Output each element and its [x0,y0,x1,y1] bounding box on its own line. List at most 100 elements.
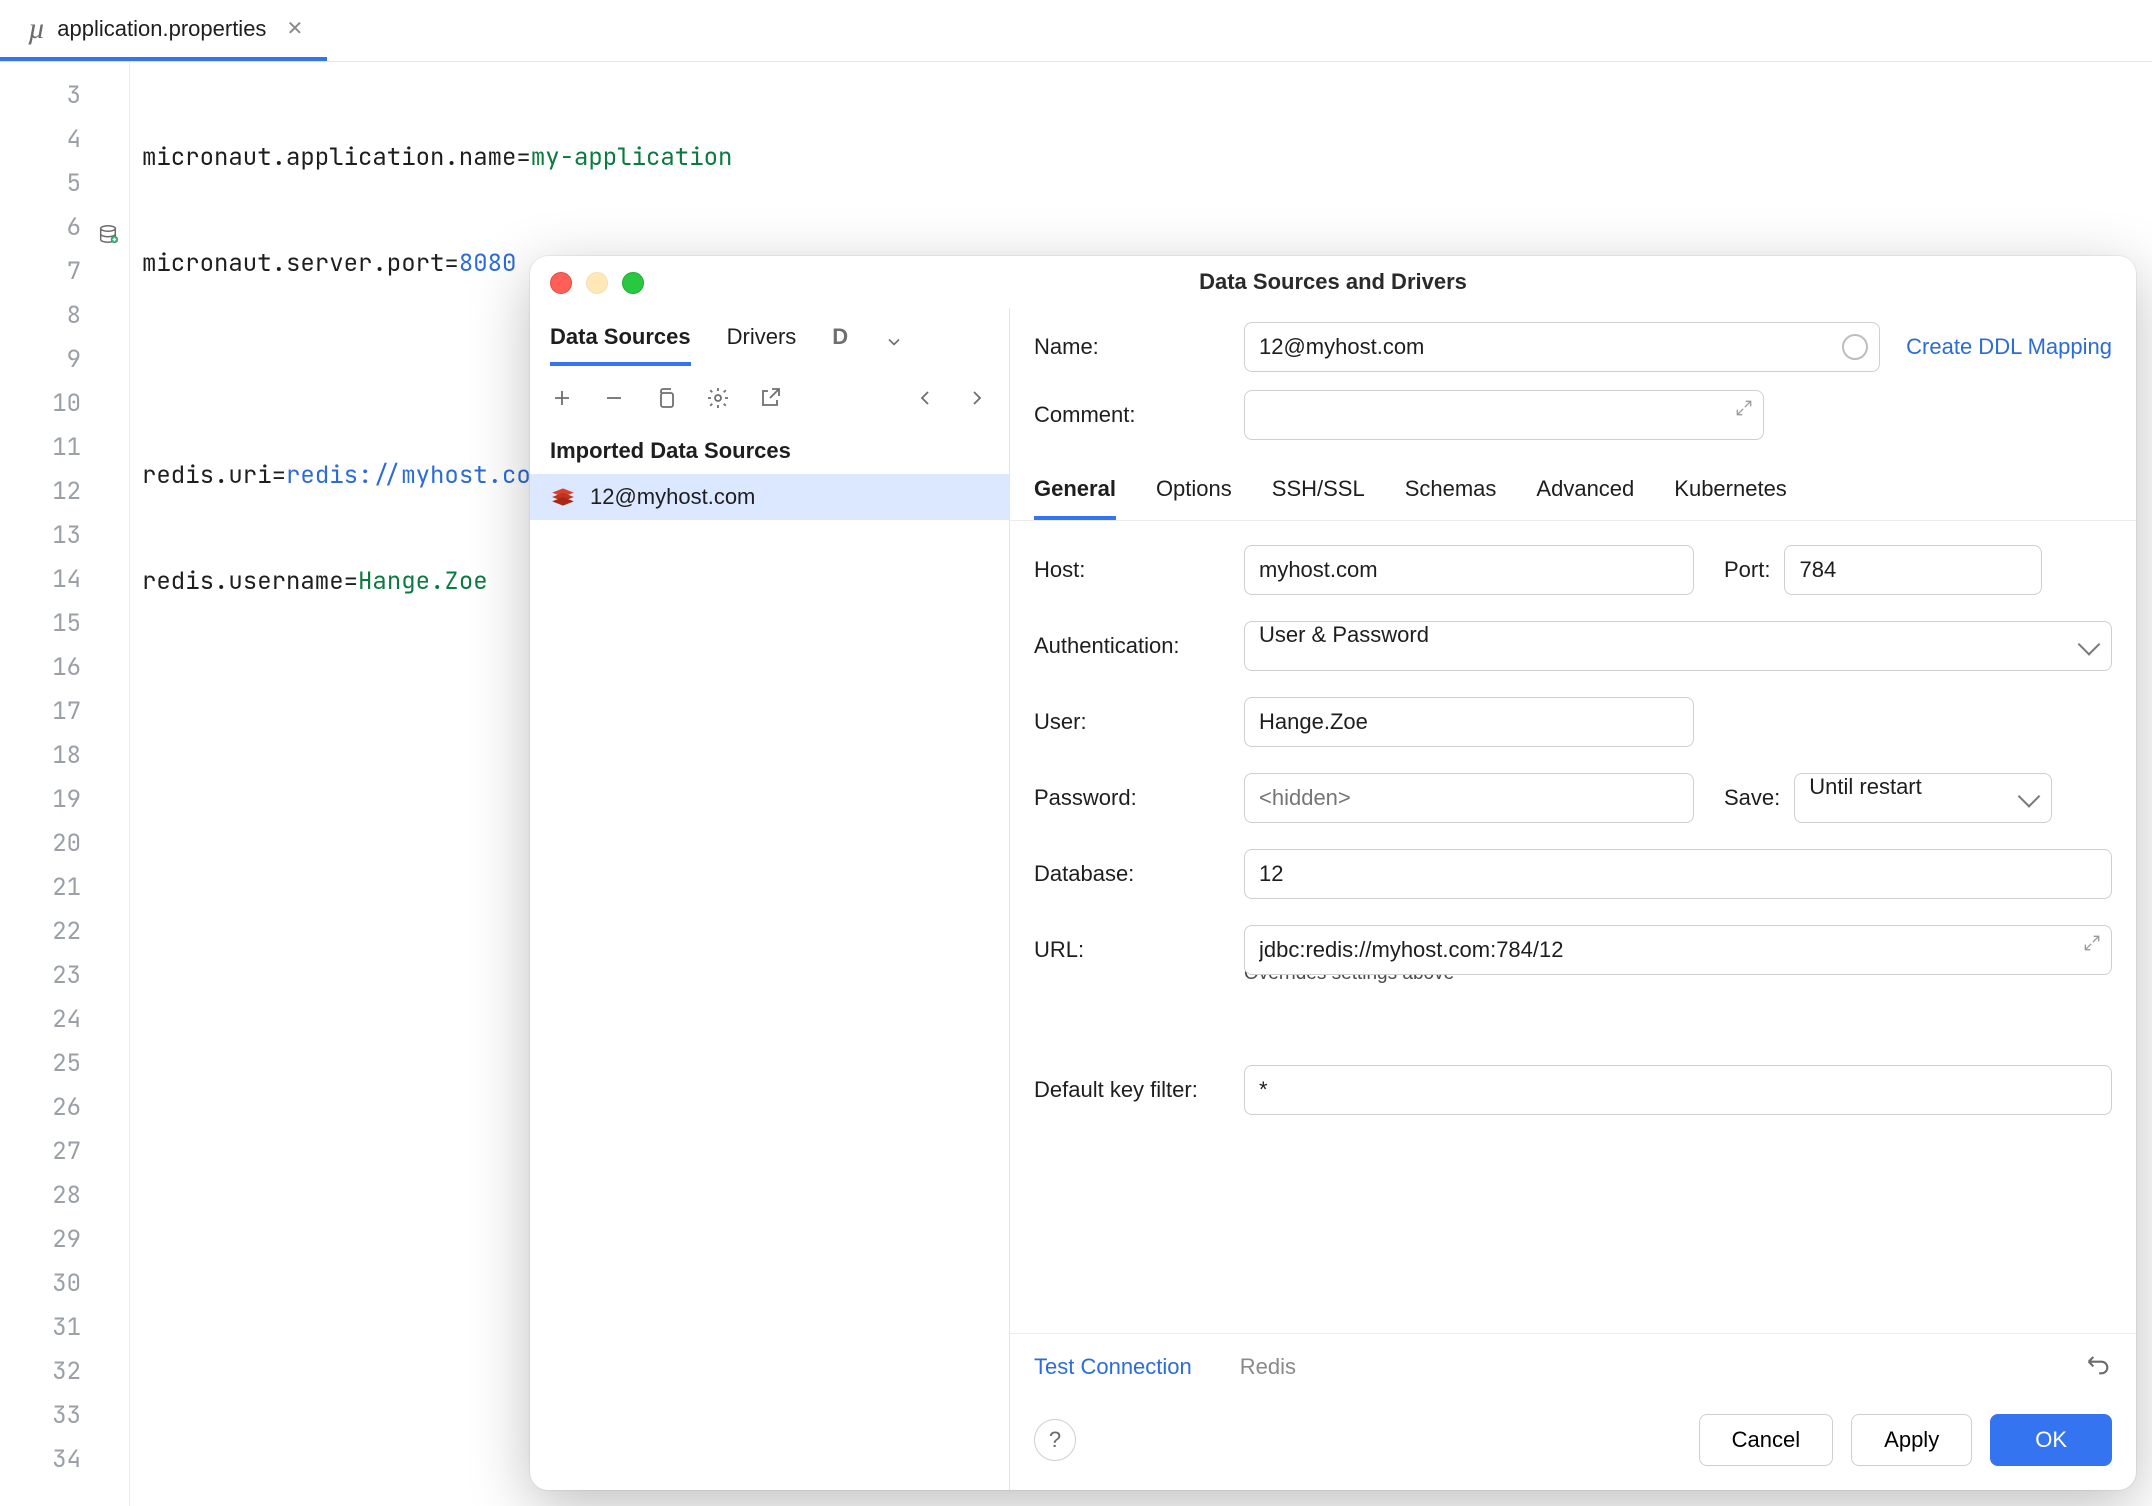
duplicate-button[interactable] [652,384,680,412]
color-circle-icon[interactable] [1842,334,1868,360]
datasource-form: Name: Create DDL Mapping Comment: [1010,308,2136,1490]
line-number: 31 [0,1306,129,1350]
line-number: 25 [0,1042,129,1086]
window-minimize-button[interactable] [586,272,608,294]
code-text: redis.uri [142,460,272,491]
password-input[interactable] [1244,773,1694,823]
ok-button[interactable]: OK [1990,1414,2112,1466]
tab-general[interactable]: General [1034,476,1116,520]
dialog-title: Data Sources and Drivers [1199,269,1467,295]
host-input[interactable] [1244,545,1694,595]
dialog-footer: ? Cancel Apply OK [1010,1400,2136,1490]
sidebar-tab-ddl[interactable]: D [832,324,848,366]
sidebar-heading: Imported Data Sources [530,420,1009,474]
create-ddl-mapping-link[interactable]: Create DDL Mapping [1906,334,2112,360]
driver-name: Redis [1240,1354,1296,1380]
redo-nav-icon[interactable] [963,384,991,412]
line-number: 9 [0,338,129,382]
window-close-button[interactable] [550,272,572,294]
gutter-datasource-icon[interactable] [97,216,119,238]
sidebar-tab-data-sources[interactable]: Data Sources [550,324,691,366]
help-button[interactable]: ? [1034,1419,1076,1461]
name-input[interactable] [1244,322,1880,372]
sidebar-item-label: 12@myhost.com [590,484,755,510]
form-tabs: General Options SSH/SSL Schemas Advanced… [1010,466,2136,521]
chevron-down-icon[interactable] [884,332,904,358]
host-label: Host: [1034,557,1244,583]
make-global-icon[interactable] [756,384,784,412]
sidebar-tabs: Data Sources Drivers D [530,308,1009,372]
remove-button[interactable] [600,384,628,412]
line-number: 11 [0,426,129,470]
line-number: 5 [0,162,129,206]
url-input[interactable] [1244,925,2112,975]
line-number: 19 [0,778,129,822]
sidebar-toolbar [530,372,1009,420]
undo-nav-icon[interactable] [911,384,939,412]
editor-tab-bar: µ application.properties ✕ [0,0,2152,62]
editor-gutter: 3 4 5 6 7 8 9 10 11 12 13 14 15 16 17 18… [0,62,130,1506]
redis-icon [550,484,576,510]
close-tab-icon[interactable]: ✕ [286,16,303,41]
tab-ssh-ssl[interactable]: SSH/SSL [1272,476,1365,520]
line-number: 16 [0,646,129,690]
user-label: User: [1034,709,1244,735]
code-text: my-application [531,142,733,173]
database-input[interactable] [1244,849,2112,899]
user-input[interactable] [1244,697,1694,747]
save-select[interactable]: Until restart [1794,773,2052,823]
line-number: 4 [0,118,129,162]
port-input[interactable] [1784,545,2042,595]
settings-icon[interactable] [704,384,732,412]
line-number: 34 [0,1438,129,1482]
name-label: Name: [1034,334,1244,360]
sidebar-item-datasource[interactable]: 12@myhost.com [530,474,1009,520]
line-number: 20 [0,822,129,866]
line-number: 33 [0,1394,129,1438]
cancel-button[interactable]: Cancel [1699,1414,1833,1466]
dialog-sidebar: Data Sources Drivers D [530,308,1010,1490]
test-connection-row: Test Connection Redis [1010,1333,2136,1400]
line-number: 18 [0,734,129,778]
tab-advanced[interactable]: Advanced [1536,476,1634,520]
line-number: 12 [0,470,129,514]
sidebar-tab-drivers[interactable]: Drivers [727,324,797,366]
test-connection-link[interactable]: Test Connection [1034,1354,1192,1380]
comment-label: Comment: [1034,402,1244,428]
comment-input[interactable] [1244,390,1764,440]
file-tab-label: application.properties [57,16,266,42]
database-label: Database: [1034,861,1244,887]
apply-button[interactable]: Apply [1851,1414,1972,1466]
line-number: 17 [0,690,129,734]
line-number: 28 [0,1174,129,1218]
code-text: Hange.Zoe [358,566,488,597]
authentication-value: User & Password [1259,622,1429,647]
save-value: Until restart [1809,774,1921,799]
filter-label: Default key filter: [1034,1077,1244,1103]
revert-icon[interactable] [2084,1350,2112,1384]
port-label: Port: [1694,557,1784,583]
line-number: 23 [0,954,129,998]
line-number: 24 [0,998,129,1042]
line-number: 15 [0,602,129,646]
file-tab-application-properties[interactable]: µ application.properties ✕ [0,0,327,61]
code-text: micronaut.server.port [142,248,444,279]
line-number: 10 [0,382,129,426]
authentication-select[interactable]: User & Password [1244,621,2112,671]
line-number: 30 [0,1262,129,1306]
micronaut-file-icon: µ [28,12,45,46]
password-label: Password: [1034,785,1244,811]
tab-kubernetes[interactable]: Kubernetes [1674,476,1787,520]
tab-schemas[interactable]: Schemas [1405,476,1497,520]
tab-options[interactable]: Options [1156,476,1232,520]
line-number: 32 [0,1350,129,1394]
line-number: 29 [0,1218,129,1262]
code-text: 8080 [459,248,517,279]
url-label: URL: [1034,937,1244,963]
window-zoom-button[interactable] [622,272,644,294]
line-number: 26 [0,1086,129,1130]
dialog-titlebar: Data Sources and Drivers [530,256,2136,308]
line-number: 14 [0,558,129,602]
filter-input[interactable] [1244,1065,2112,1115]
add-button[interactable] [548,384,576,412]
